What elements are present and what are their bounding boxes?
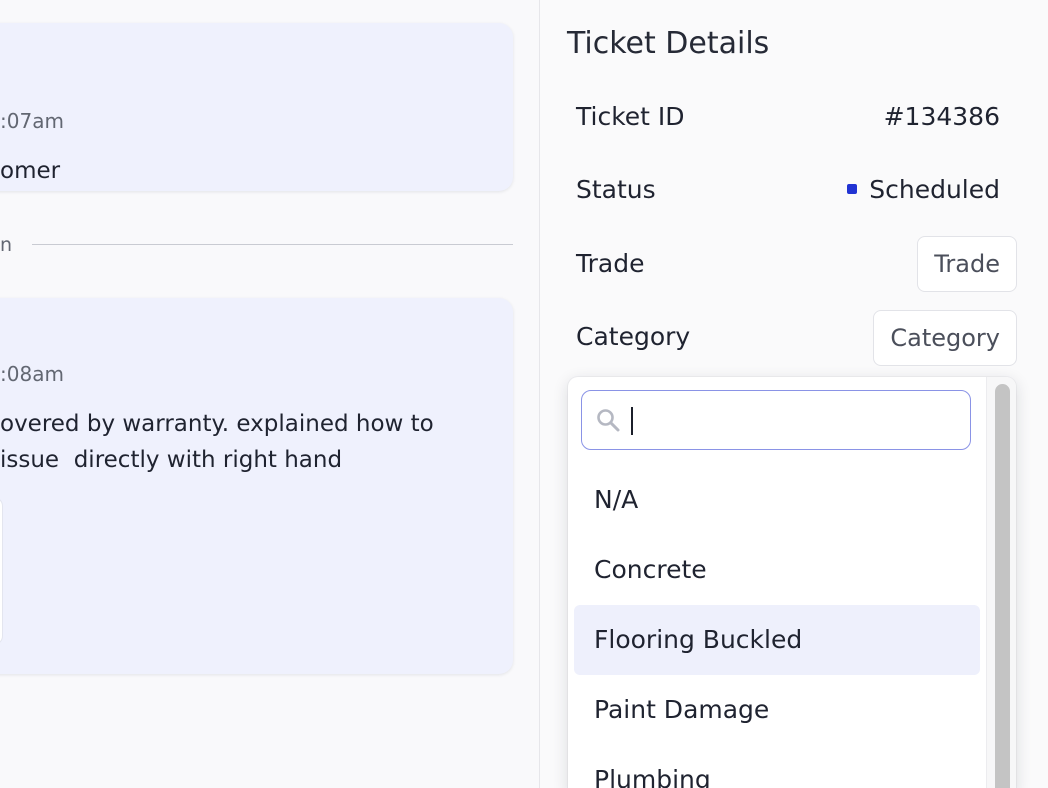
option-n-a[interactable]: N/A bbox=[574, 465, 980, 535]
message-body: omer bbox=[0, 158, 61, 184]
dropdown-scrollbar-thumb[interactable] bbox=[995, 384, 1010, 788]
panel-title: Ticket Details bbox=[567, 26, 770, 61]
message-timestamp: :08am bbox=[0, 362, 64, 386]
option-paint-damage[interactable]: Paint Damage bbox=[574, 675, 980, 745]
search-icon bbox=[597, 409, 620, 432]
message-card: :07am omer bbox=[0, 23, 513, 191]
date-divider-label: n bbox=[0, 234, 13, 256]
trade-label: Trade bbox=[576, 249, 645, 278]
ticket-id-value: #134386 bbox=[883, 102, 1000, 131]
option-concrete[interactable]: Concrete bbox=[574, 535, 980, 605]
message-card: :08am overed by warranty. explained how … bbox=[0, 298, 513, 674]
trade-select[interactable]: Trade bbox=[917, 236, 1017, 292]
category-dropdown[interactable]: N/A Concrete Flooring Buckled Paint Dama… bbox=[568, 377, 1016, 788]
status-label: Status bbox=[576, 175, 656, 204]
status-value: Scheduled bbox=[869, 175, 1000, 204]
date-divider-line bbox=[32, 244, 513, 245]
dropdown-search-input[interactable] bbox=[630, 399, 968, 443]
category-label: Category bbox=[576, 322, 691, 351]
ticket-page: :07am omer n :08am overed by warranty. e… bbox=[0, 0, 1048, 788]
status-dot-icon bbox=[847, 184, 858, 194]
message-body: overed by warranty. explained how to iss… bbox=[0, 411, 434, 473]
ticket-id-label: Ticket ID bbox=[576, 102, 685, 131]
option-flooring-buckled[interactable]: Flooring Buckled bbox=[574, 605, 980, 675]
message-attachment[interactable] bbox=[0, 498, 2, 644]
dropdown-search-box[interactable] bbox=[581, 390, 971, 450]
status-badge: Scheduled bbox=[847, 175, 1000, 204]
category-select[interactable]: Category bbox=[873, 310, 1017, 366]
chat-panel[interactable]: :07am omer n :08am overed by warranty. e… bbox=[0, 0, 540, 788]
option-plumbing[interactable]: Plumbing bbox=[574, 745, 980, 788]
message-timestamp: :07am bbox=[0, 109, 64, 133]
